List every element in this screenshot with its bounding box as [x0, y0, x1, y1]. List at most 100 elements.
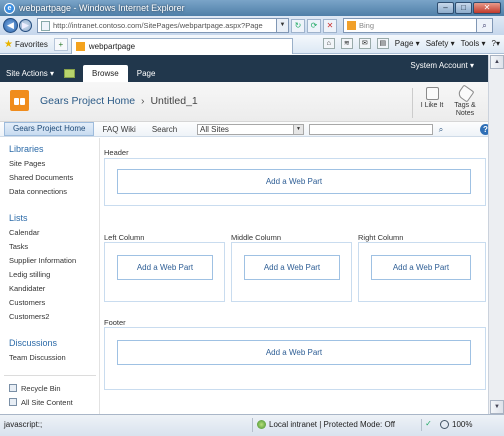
security-zone-text: Local intranet | Protected Mode: Off	[269, 420, 395, 429]
header-zone: Add a Web Part	[104, 158, 486, 206]
page-menu[interactable]: Page ▾	[395, 39, 420, 48]
close-button[interactable]: ✕	[473, 2, 501, 14]
list-item[interactable]: Tasks	[9, 242, 28, 251]
tools-menu[interactable]: Tools ▾	[461, 39, 486, 48]
search-icon[interactable]: ⌕	[436, 124, 446, 135]
list-item[interactable]: Data connections	[9, 187, 67, 196]
favorites-button[interactable]: Favorites	[15, 40, 48, 49]
site-search-input[interactable]	[309, 124, 433, 135]
header-zone-label: Header	[104, 148, 129, 157]
all-site-content-label: All Site Content	[21, 398, 73, 407]
search-go-icon[interactable]: ⌕	[477, 18, 493, 33]
list-item[interactable]: Supplier Information	[9, 256, 76, 265]
minimize-button[interactable]: –	[437, 2, 454, 14]
scroll-up-icon[interactable]: ▲	[490, 55, 504, 69]
compatibility-view-icon[interactable]: ↻	[291, 18, 305, 33]
add-web-part-left-button[interactable]: Add a Web Part	[117, 255, 213, 280]
lists-heading[interactable]: Lists	[9, 213, 28, 223]
list-item[interactable]: Customers2	[9, 312, 49, 321]
vertical-scrollbar[interactable]: ▲ ▼	[488, 55, 504, 414]
window-controls: – □ ✕	[437, 2, 501, 14]
print-icon[interactable]: ▤	[376, 38, 389, 49]
middle-column-zone: Add a Web Part	[231, 242, 352, 302]
list-item[interactable]: Team Discussion	[9, 353, 66, 362]
bing-icon	[347, 21, 356, 30]
libraries-heading[interactable]: Libraries	[9, 144, 44, 154]
add-web-part-middle-button[interactable]: Add a Web Part	[244, 255, 340, 280]
recycle-bin-icon	[9, 384, 17, 392]
tab-browse[interactable]: Browse	[83, 65, 128, 82]
browser-tab[interactable]: webpartpage	[70, 37, 293, 54]
search-placeholder: Bing	[359, 21, 375, 30]
list-item[interactable]: Ledig stilling	[9, 270, 50, 279]
tab-page[interactable]: Page	[128, 65, 165, 82]
user-account-menu[interactable]: System Account ▾	[410, 61, 474, 70]
favorites-star-icon[interactable]: ★	[4, 39, 13, 50]
window-title: webpartpage - Windows Internet Explorer	[19, 3, 185, 13]
zoom-control[interactable]: 100%	[440, 420, 472, 429]
feeds-icon[interactable]: ≋	[340, 38, 353, 49]
topnav-item-search[interactable]: Search	[144, 122, 185, 137]
security-zone[interactable]: Local intranet | Protected Mode: Off	[257, 420, 395, 429]
page-title: Untitled_1	[150, 95, 198, 107]
right-column-zone: Add a Web Part	[358, 242, 486, 302]
tags-notes-button[interactable]: Tags & Notes	[450, 84, 480, 118]
scroll-down-icon[interactable]: ▼	[490, 400, 504, 414]
chevron-down-icon: ▼	[293, 125, 303, 134]
search-scope-select[interactable]: All Sites ▼	[197, 124, 304, 135]
breadcrumb-site-link[interactable]: Gears Project Home	[40, 95, 135, 107]
topnav-item-home[interactable]: Gears Project Home	[4, 122, 95, 136]
list-item[interactable]: Site Pages	[9, 159, 45, 168]
footer-zone-label: Footer	[104, 318, 126, 327]
favorites-bar: ★ Favorites + webpartpage ⌂ ≋ ✉ ▤ Page ▾…	[0, 35, 504, 54]
help-menu[interactable]: ?▾	[492, 39, 500, 48]
add-web-part-header-button[interactable]: Add a Web Part	[117, 169, 471, 194]
tags-label-line2: Notes	[455, 110, 475, 117]
globe-icon	[257, 420, 266, 429]
add-favorite-icon[interactable]: +	[53, 37, 68, 51]
mail-icon[interactable]: ✉	[358, 38, 371, 49]
tags-label-line1: Tags &	[454, 102, 476, 109]
list-item[interactable]: Calendar	[9, 228, 39, 237]
recycle-bin-link[interactable]: Recycle Bin	[9, 384, 61, 393]
header-divider	[412, 88, 413, 118]
url-text: http://intranet.contoso.com/SitePages/we…	[53, 21, 263, 30]
protected-mode-icon[interactable]: ✓	[421, 419, 435, 431]
url-dropdown-button[interactable]: ▼	[277, 18, 289, 33]
right-column-label: Right Column	[358, 233, 404, 242]
i-like-it-button[interactable]: I Like It	[418, 87, 446, 109]
list-item[interactable]: Shared Documents	[9, 173, 73, 182]
back-button[interactable]: ◀	[3, 18, 18, 33]
refresh-icon[interactable]: ⟳	[307, 18, 321, 33]
site-actions-menu[interactable]: Site Actions ▾	[0, 65, 60, 82]
site-logo-icon[interactable]	[10, 90, 29, 111]
status-text: javascript:;	[4, 420, 43, 429]
add-web-part-footer-button[interactable]: Add a Web Part	[117, 340, 471, 365]
ie-logo-icon: e	[4, 2, 15, 14]
all-site-content-icon	[9, 398, 17, 406]
search-scope-value: All Sites	[200, 125, 229, 134]
add-web-part-right-button[interactable]: Add a Web Part	[371, 255, 471, 280]
safety-menu[interactable]: Safety ▾	[426, 39, 455, 48]
ribbon-tabs: Site Actions ▾ Browse Page	[0, 55, 164, 82]
all-site-content-link[interactable]: All Site Content	[9, 398, 73, 407]
breadcrumb-separator: ›	[141, 95, 145, 107]
recycle-bin-label: Recycle Bin	[21, 384, 61, 393]
footer-zone: Add a Web Part	[104, 327, 486, 390]
url-input[interactable]: http://intranet.contoso.com/SitePages/we…	[37, 18, 277, 33]
home-icon[interactable]: ⌂	[322, 38, 335, 49]
status-bar: javascript:; Local intranet | Protected …	[0, 414, 504, 436]
list-item[interactable]: Kandidater	[9, 284, 45, 293]
list-item[interactable]: Customers	[9, 298, 45, 307]
magnifier-icon	[440, 420, 449, 429]
stop-icon[interactable]: ✕	[323, 18, 337, 33]
discussions-heading[interactable]: Discussions	[9, 338, 57, 348]
sharepoint-ribbon: Site Actions ▾ Browse Page System Accoun…	[0, 55, 504, 82]
tab-title: webpartpage	[88, 41, 136, 51]
navigate-up-folder-icon[interactable]	[64, 69, 76, 78]
topnav-item-faq-wiki[interactable]: FAQ Wiki	[94, 122, 143, 137]
forward-button[interactable]: ▶	[19, 19, 32, 32]
window-titlebar: e webpartpage - Windows Internet Explore…	[0, 0, 504, 16]
maximize-button[interactable]: □	[455, 2, 472, 14]
search-input[interactable]: Bing	[343, 18, 477, 33]
